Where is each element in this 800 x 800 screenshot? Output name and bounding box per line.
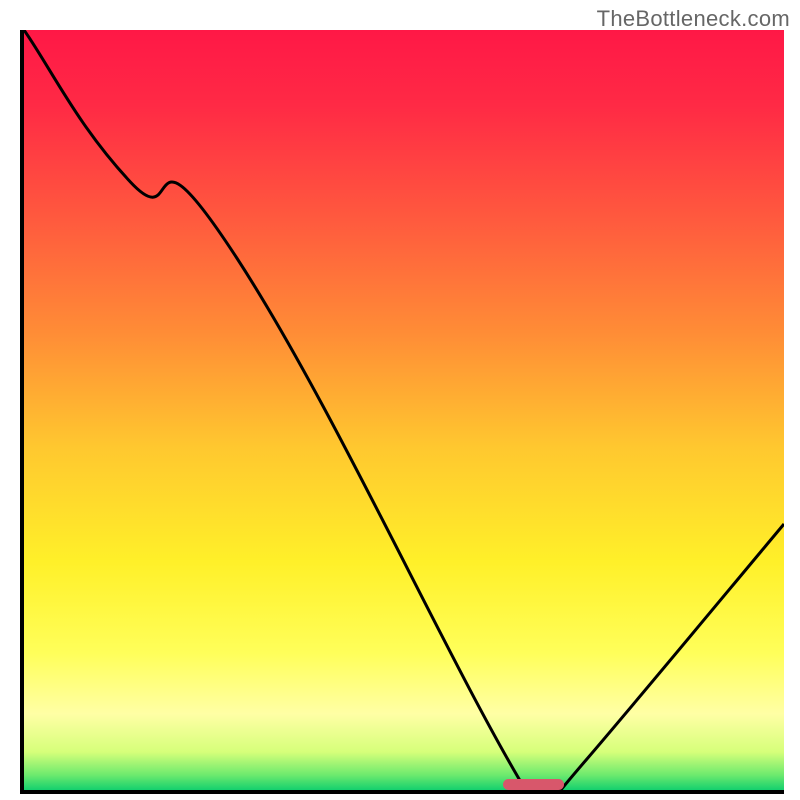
watermark-label: TheBottleneck.com bbox=[597, 6, 790, 32]
bottleneck-curve bbox=[24, 30, 784, 790]
chart-container: TheBottleneck.com bbox=[0, 0, 800, 800]
plot-area bbox=[20, 30, 784, 794]
optimal-marker bbox=[503, 779, 564, 790]
